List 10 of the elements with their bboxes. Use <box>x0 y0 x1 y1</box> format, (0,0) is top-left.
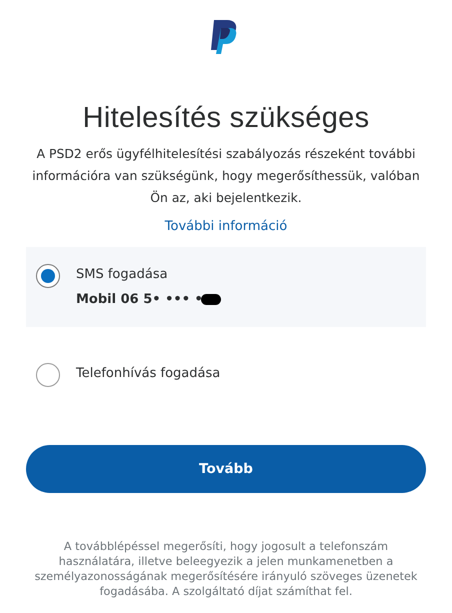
radio-button[interactable] <box>36 264 60 288</box>
more-info-link[interactable]: További információ <box>164 219 288 234</box>
description-text: A PSD2 erős ügyfélhitelesítési szabályozás részeként további információra van szükségünk, hogy megerősíthessük, valóban Ön az, aki bejelentkezik. <box>31 145 421 207</box>
consent-text: A továbblépéssel megerősíti, hogy jogosult a telefonszám használatára, illetve beleegyezik a jelen munkamenetben a személyazonosságának megerősítésére irányuló szöveges üzenetek fogadásába. A szolgáltató díjat számíthat fel. <box>34 539 418 599</box>
continue-button[interactable]: Tovább <box>26 445 426 493</box>
phone-number: Mobil 06 5• ••• • <box>76 292 203 307</box>
option-label[interactable]: SMS fogadása <box>76 267 221 282</box>
radio-button[interactable] <box>36 363 60 387</box>
page-title: Hitelesítés szükséges <box>82 102 370 135</box>
option-label[interactable]: Telefonhívás fogadása <box>76 366 220 381</box>
